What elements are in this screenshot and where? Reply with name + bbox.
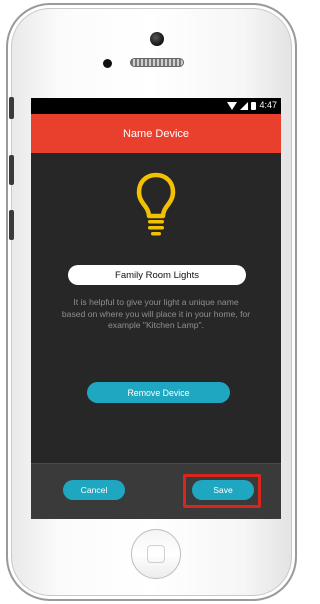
front-camera: [150, 32, 164, 46]
app-screen: 4:47 Name Device It is helpful to give y…: [31, 98, 281, 519]
battery-icon: [251, 101, 257, 110]
home-button: [131, 529, 181, 579]
cancel-label: Cancel: [80, 485, 108, 495]
status-time: 4:47: [259, 100, 277, 110]
remove-device-button[interactable]: Remove Device: [87, 382, 230, 403]
title-bar: Name Device: [31, 114, 281, 153]
status-bar: 4:47: [31, 98, 281, 114]
save-highlight-box: [183, 474, 261, 508]
signal-icon: [240, 101, 249, 110]
mute-switch: [9, 97, 14, 119]
earpiece-speaker: [130, 58, 184, 67]
remove-device-label: Remove Device: [127, 387, 190, 398]
volume-up-button: [9, 155, 14, 185]
cancel-button[interactable]: Cancel: [63, 480, 125, 500]
proximity-sensor: [103, 59, 112, 68]
device-name-input[interactable]: [68, 265, 246, 285]
volume-down-button: [9, 210, 14, 240]
page-title: Name Device: [122, 127, 190, 140]
wifi-icon: [227, 101, 238, 110]
status-icons: 4:47: [227, 101, 277, 110]
home-square-icon: [147, 545, 165, 563]
help-text: It is helpful to give your light a uniqu…: [61, 297, 251, 330]
lightbulb-icon: [135, 171, 177, 237]
